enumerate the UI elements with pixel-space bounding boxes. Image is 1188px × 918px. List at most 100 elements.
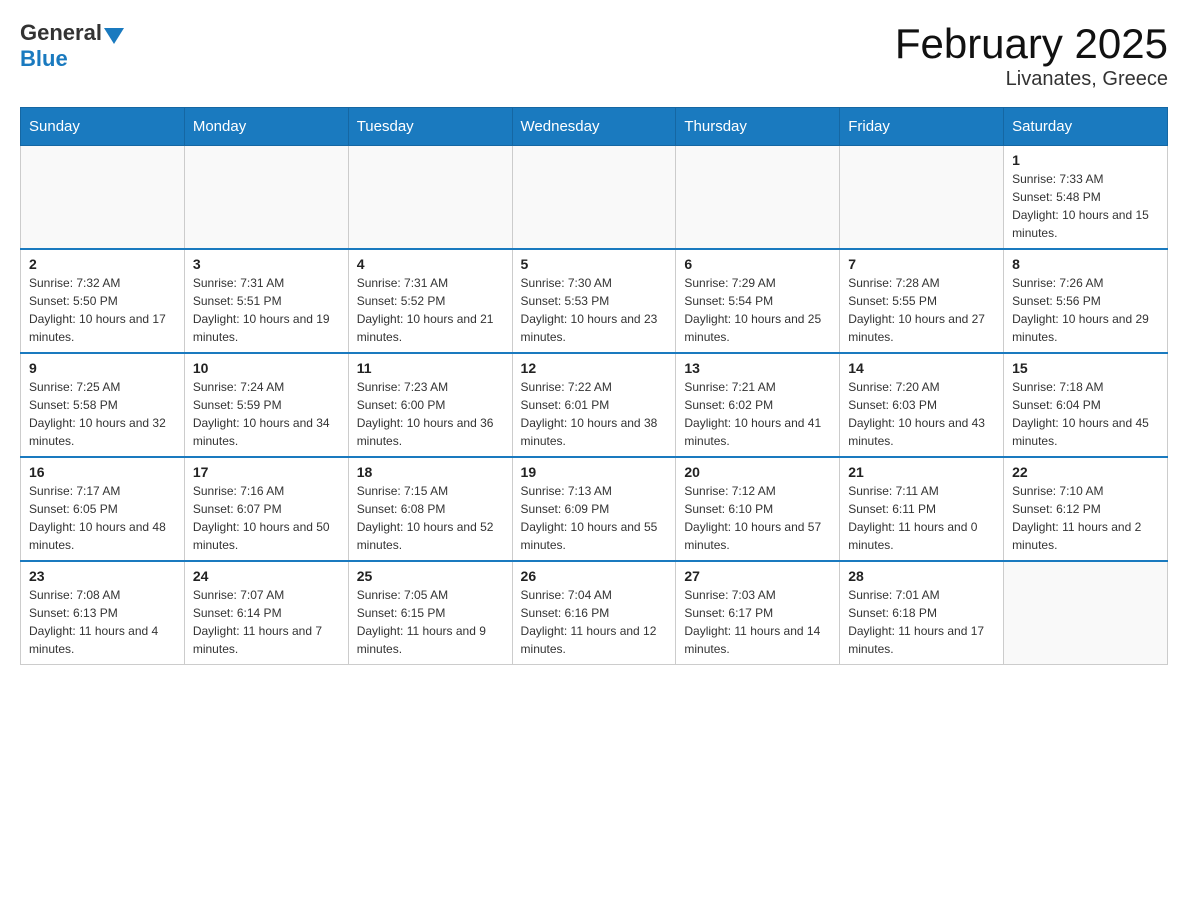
day-number: 19 bbox=[521, 464, 668, 480]
day-info: Sunrise: 7:23 AMSunset: 6:00 PMDaylight:… bbox=[357, 378, 504, 450]
day-info: Sunrise: 7:26 AMSunset: 5:56 PMDaylight:… bbox=[1012, 274, 1159, 346]
day-number: 13 bbox=[684, 360, 831, 376]
logo-triangle-icon bbox=[104, 28, 124, 44]
day-number: 28 bbox=[848, 568, 995, 584]
day-info: Sunrise: 7:12 AMSunset: 6:10 PMDaylight:… bbox=[684, 482, 831, 554]
calendar-cell bbox=[21, 146, 185, 250]
calendar-cell: 2 Sunrise: 7:32 AMSunset: 5:50 PMDaylight… bbox=[21, 249, 185, 353]
day-number: 17 bbox=[193, 464, 340, 480]
calendar-cell: 12 Sunrise: 7:22 AMSunset: 6:01 PMDayligh… bbox=[512, 353, 676, 457]
calendar-cell: 11 Sunrise: 7:23 AMSunset: 6:00 PMDayligh… bbox=[348, 353, 512, 457]
logo-general-text: General bbox=[20, 20, 102, 46]
calendar-week-row: 2 Sunrise: 7:32 AMSunset: 5:50 PMDaylight… bbox=[21, 249, 1168, 353]
calendar-week-row: 23 Sunrise: 7:08 AMSunset: 6:13 PMDayligh… bbox=[21, 561, 1168, 665]
day-info: Sunrise: 7:04 AMSunset: 6:16 PMDaylight:… bbox=[521, 586, 668, 658]
day-info: Sunrise: 7:16 AMSunset: 6:07 PMDaylight:… bbox=[193, 482, 340, 554]
calendar-cell: 3Sunrise: 7:31 AMSunset: 5:51 PMDaylight… bbox=[184, 249, 348, 353]
calendar-cell: 13 Sunrise: 7:21 AMSunset: 6:02 PMDayligh… bbox=[676, 353, 840, 457]
day-number: 24 bbox=[193, 568, 340, 584]
calendar-cell: 9 Sunrise: 7:25 AMSunset: 5:58 PMDaylight… bbox=[21, 353, 185, 457]
calendar-cell: 5Sunrise: 7:30 AMSunset: 5:53 PMDaylight… bbox=[512, 249, 676, 353]
calendar-header-tuesday: Tuesday bbox=[348, 108, 512, 146]
calendar-header-saturday: Saturday bbox=[1004, 108, 1168, 146]
calendar-cell: 6 Sunrise: 7:29 AMSunset: 5:54 PMDaylight… bbox=[676, 249, 840, 353]
calendar-week-row: 16 Sunrise: 7:17 AMSunset: 6:05 PMDayligh… bbox=[21, 457, 1168, 561]
day-info: Sunrise: 7:33 AMSunset: 5:48 PMDaylight:… bbox=[1012, 170, 1159, 242]
calendar-cell bbox=[348, 146, 512, 250]
calendar-cell: 19 Sunrise: 7:13 AMSunset: 6:09 PMDayligh… bbox=[512, 457, 676, 561]
calendar-table: SundayMondayTuesdayWednesdayThursdayFrid… bbox=[20, 107, 1168, 665]
calendar-cell: 15 Sunrise: 7:18 AMSunset: 6:04 PMDayligh… bbox=[1004, 353, 1168, 457]
calendar-cell: 17 Sunrise: 7:16 AMSunset: 6:07 PMDayligh… bbox=[184, 457, 348, 561]
calendar-cell: 1 Sunrise: 7:33 AMSunset: 5:48 PMDaylight… bbox=[1004, 146, 1168, 250]
calendar-cell bbox=[676, 146, 840, 250]
day-info: Sunrise: 7:05 AMSunset: 6:15 PMDaylight:… bbox=[357, 586, 504, 658]
calendar-cell: 28 Sunrise: 7:01 AMSunset: 6:18 PMDayligh… bbox=[840, 561, 1004, 665]
day-number: 16 bbox=[29, 464, 176, 480]
day-info: Sunrise: 7:24 AMSunset: 5:59 PMDaylight:… bbox=[193, 378, 340, 450]
day-number: 9 bbox=[29, 360, 176, 376]
day-number: 11 bbox=[357, 360, 504, 376]
day-info: Sunrise: 7:22 AMSunset: 6:01 PMDaylight:… bbox=[521, 378, 668, 450]
day-info: Sunrise: 7:11 AMSunset: 6:11 PMDaylight:… bbox=[848, 482, 995, 554]
calendar-header-row: SundayMondayTuesdayWednesdayThursdayFrid… bbox=[21, 108, 1168, 146]
calendar-cell bbox=[840, 146, 1004, 250]
calendar-week-row: 9 Sunrise: 7:25 AMSunset: 5:58 PMDaylight… bbox=[21, 353, 1168, 457]
calendar-cell: 18Sunrise: 7:15 AMSunset: 6:08 PMDayligh… bbox=[348, 457, 512, 561]
calendar-cell: 25 Sunrise: 7:05 AMSunset: 6:15 PMDayligh… bbox=[348, 561, 512, 665]
day-number: 6 bbox=[684, 256, 831, 272]
day-info: Sunrise: 7:28 AMSunset: 5:55 PMDaylight:… bbox=[848, 274, 995, 346]
logo-blue-text: Blue bbox=[20, 46, 68, 71]
calendar-week-row: 1 Sunrise: 7:33 AMSunset: 5:48 PMDaylight… bbox=[21, 146, 1168, 250]
day-number: 25 bbox=[357, 568, 504, 584]
calendar-header-wednesday: Wednesday bbox=[512, 108, 676, 146]
calendar-header-sunday: Sunday bbox=[21, 108, 185, 146]
day-number: 2 bbox=[29, 256, 176, 272]
calendar-cell: 4Sunrise: 7:31 AMSunset: 5:52 PMDaylight… bbox=[348, 249, 512, 353]
calendar-cell: 14 Sunrise: 7:20 AMSunset: 6:03 PMDayligh… bbox=[840, 353, 1004, 457]
calendar-cell: 21 Sunrise: 7:11 AMSunset: 6:11 PMDayligh… bbox=[840, 457, 1004, 561]
day-info: Sunrise: 7:31 AMSunset: 5:51 PMDaylight:… bbox=[193, 274, 340, 346]
day-info: Sunrise: 7:31 AMSunset: 5:52 PMDaylight:… bbox=[357, 274, 504, 346]
calendar-cell: 10 Sunrise: 7:24 AMSunset: 5:59 PMDayligh… bbox=[184, 353, 348, 457]
day-info: Sunrise: 7:17 AMSunset: 6:05 PMDaylight:… bbox=[29, 482, 176, 554]
day-info: Sunrise: 7:30 AMSunset: 5:53 PMDaylight:… bbox=[521, 274, 668, 346]
calendar-cell bbox=[184, 146, 348, 250]
day-number: 15 bbox=[1012, 360, 1159, 376]
day-info: Sunrise: 7:18 AMSunset: 6:04 PMDaylight:… bbox=[1012, 378, 1159, 450]
calendar-cell: 7 Sunrise: 7:28 AMSunset: 5:55 PMDaylight… bbox=[840, 249, 1004, 353]
day-info: Sunrise: 7:21 AMSunset: 6:02 PMDaylight:… bbox=[684, 378, 831, 450]
day-info: Sunrise: 7:03 AMSunset: 6:17 PMDaylight:… bbox=[684, 586, 831, 658]
calendar-cell bbox=[1004, 561, 1168, 665]
calendar-cell: 26Sunrise: 7:04 AMSunset: 6:16 PMDayligh… bbox=[512, 561, 676, 665]
day-info: Sunrise: 7:13 AMSunset: 6:09 PMDaylight:… bbox=[521, 482, 668, 554]
page-subtitle: Livanates, Greece bbox=[895, 68, 1168, 91]
day-number: 27 bbox=[684, 568, 831, 584]
day-info: Sunrise: 7:08 AMSunset: 6:13 PMDaylight:… bbox=[29, 586, 176, 658]
day-info: Sunrise: 7:25 AMSunset: 5:58 PMDaylight:… bbox=[29, 378, 176, 450]
day-info: Sunrise: 7:10 AMSunset: 6:12 PMDaylight:… bbox=[1012, 482, 1159, 554]
day-number: 10 bbox=[193, 360, 340, 376]
day-info: Sunrise: 7:20 AMSunset: 6:03 PMDaylight:… bbox=[848, 378, 995, 450]
calendar-cell: 20 Sunrise: 7:12 AMSunset: 6:10 PMDayligh… bbox=[676, 457, 840, 561]
day-info: Sunrise: 7:01 AMSunset: 6:18 PMDaylight:… bbox=[848, 586, 995, 658]
logo: General Blue bbox=[20, 20, 126, 72]
calendar-cell: 27 Sunrise: 7:03 AMSunset: 6:17 PMDayligh… bbox=[676, 561, 840, 665]
day-number: 21 bbox=[848, 464, 995, 480]
calendar-cell: 16 Sunrise: 7:17 AMSunset: 6:05 PMDayligh… bbox=[21, 457, 185, 561]
calendar-header-monday: Monday bbox=[184, 108, 348, 146]
day-number: 12 bbox=[521, 360, 668, 376]
day-number: 8 bbox=[1012, 256, 1159, 272]
calendar-header-friday: Friday bbox=[840, 108, 1004, 146]
title-block: February 2025 Livanates, Greece bbox=[895, 20, 1168, 91]
day-info: Sunrise: 7:32 AMSunset: 5:50 PMDaylight:… bbox=[29, 274, 176, 346]
calendar-header-thursday: Thursday bbox=[676, 108, 840, 146]
day-number: 18 bbox=[357, 464, 504, 480]
day-info: Sunrise: 7:29 AMSunset: 5:54 PMDaylight:… bbox=[684, 274, 831, 346]
day-info: Sunrise: 7:07 AMSunset: 6:14 PMDaylight:… bbox=[193, 586, 340, 658]
day-number: 23 bbox=[29, 568, 176, 584]
day-number: 1 bbox=[1012, 152, 1159, 168]
day-number: 14 bbox=[848, 360, 995, 376]
day-number: 20 bbox=[684, 464, 831, 480]
day-number: 7 bbox=[848, 256, 995, 272]
